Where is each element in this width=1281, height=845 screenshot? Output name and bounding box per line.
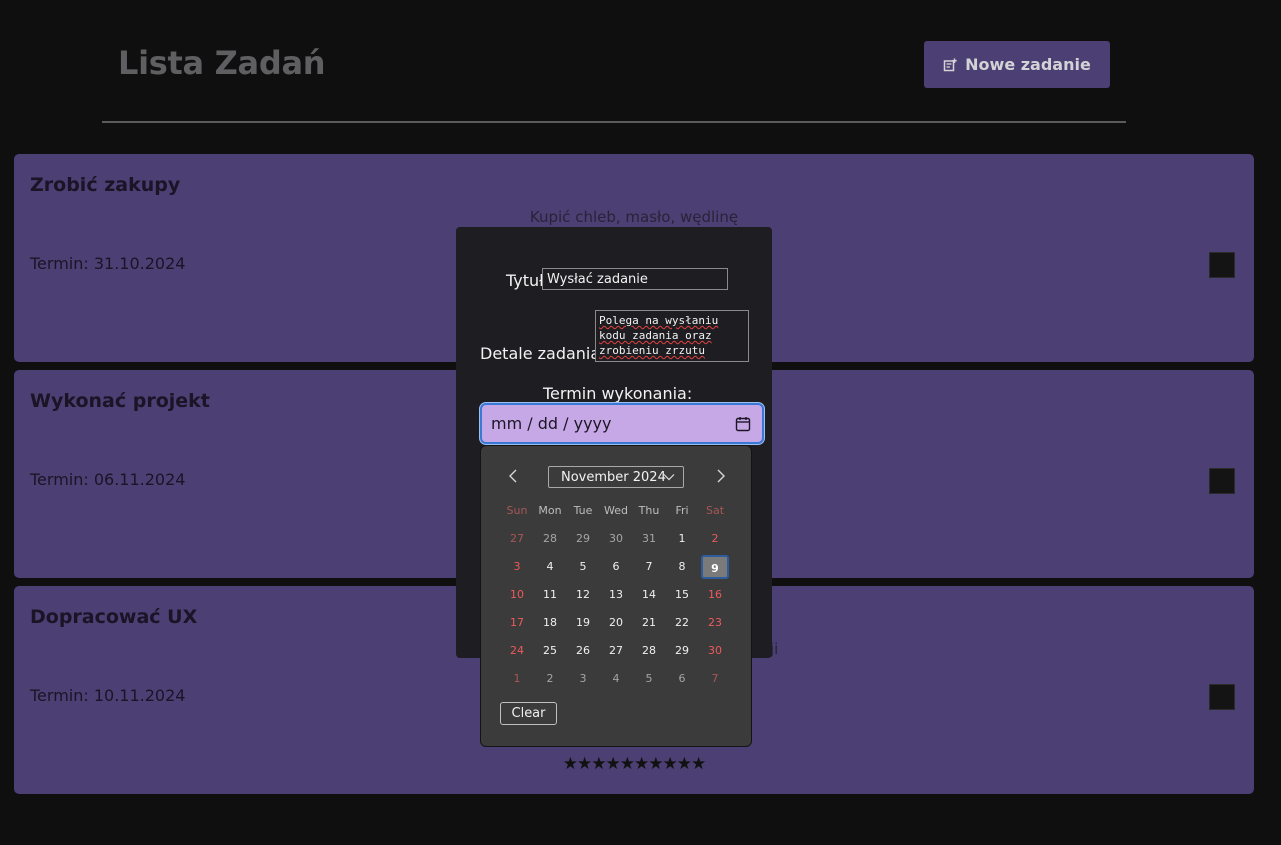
title-input[interactable]: Wysłać zadanie: [542, 268, 728, 290]
title-label: Tytuł: [506, 271, 544, 290]
calendar-day[interactable]: 22: [666, 609, 698, 637]
weekday-header: Thu: [638, 504, 660, 517]
chevron-down-icon: [663, 474, 675, 481]
chevron-right-icon[interactable]: [712, 468, 728, 484]
calendar-day[interactable]: 5: [567, 553, 599, 581]
clear-button[interactable]: Clear: [500, 702, 557, 725]
calendar-day[interactable]: 2: [534, 665, 566, 693]
task-due-date: Termin: 10.11.2024: [30, 686, 186, 705]
calendar-day[interactable]: 16: [699, 581, 731, 609]
calendar-day[interactable]: 24: [501, 637, 533, 665]
weekday-header: Sun: [506, 504, 528, 517]
calendar-day[interactable]: 19: [567, 609, 599, 637]
calendar-day[interactable]: 7: [633, 553, 665, 581]
task-title: Dopracować UX: [30, 606, 198, 628]
date-placeholder: mm / dd / yyyy: [491, 414, 612, 433]
details-textarea[interactable]: Polega na wysłaniu kodu zadania oraz zro…: [595, 310, 749, 362]
calendar-day[interactable]: 28: [534, 525, 566, 553]
date-picker-popup: November 2024 Sun Mon Tue Wed Thu Fri Sat 27 28 2…: [480, 445, 752, 747]
calendar-day[interactable]: 9: [699, 553, 731, 581]
month-year-select[interactable]: November 2024: [548, 466, 684, 488]
task-description: ji: [770, 640, 779, 658]
calendar-day[interactable]: 30: [699, 637, 731, 665]
month-year-label: November 2024: [561, 469, 666, 485]
task-due-date: Termin: 06.11.2024: [30, 470, 186, 489]
calendar-day[interactable]: 20: [600, 609, 632, 637]
calendar-day[interactable]: 3: [501, 553, 533, 581]
task-title: Wykonać projekt: [30, 390, 210, 412]
new-note-icon: [943, 58, 957, 71]
calendar-day[interactable]: 21: [633, 609, 665, 637]
calendar-icon[interactable]: [735, 416, 751, 432]
calendar-day[interactable]: 31: [633, 525, 665, 553]
calendar-day[interactable]: 13: [600, 581, 632, 609]
calendar-day[interactable]: 28: [633, 637, 665, 665]
calendar-day[interactable]: 23: [699, 609, 731, 637]
task-priority-stars[interactable]: ★★★★★★★★★★: [14, 754, 1254, 774]
calendar-day[interactable]: 30: [600, 525, 632, 553]
calendar-day[interactable]: 15: [666, 581, 698, 609]
calendar-day[interactable]: 14: [633, 581, 665, 609]
calendar-day[interactable]: 4: [534, 553, 566, 581]
calendar-day[interactable]: 8: [666, 553, 698, 581]
calendar-day[interactable]: 25: [534, 637, 566, 665]
due-date-label: Termin wykonania:: [543, 384, 693, 403]
details-label: Detale zadania:: [480, 344, 606, 363]
calendar-day[interactable]: 29: [567, 525, 599, 553]
weekday-header: Sat: [705, 504, 725, 517]
calendar-day[interactable]: 7: [699, 665, 731, 693]
calendar-day[interactable]: 4: [600, 665, 632, 693]
weekday-header: Fri: [675, 504, 689, 517]
due-date-input[interactable]: mm / dd / yyyy: [480, 403, 764, 444]
calendar-day[interactable]: 11: [534, 581, 566, 609]
task-description: Kupić chleb, masło, wędlinę: [529, 208, 739, 226]
details-line: Polega na wysłaniu: [599, 314, 719, 327]
details-line: zrobieniu zrzutu: [599, 344, 705, 357]
calendar-day[interactable]: 29: [666, 637, 698, 665]
calendar-day[interactable]: 27: [501, 525, 533, 553]
calendar-day[interactable]: 1: [666, 525, 698, 553]
task-done-checkbox[interactable]: [1209, 684, 1235, 710]
calendar-day[interactable]: 5: [633, 665, 665, 693]
chevron-left-icon[interactable]: [506, 468, 522, 484]
weekday-header: Wed: [604, 504, 628, 517]
calendar-day[interactable]: 10: [501, 581, 533, 609]
new-task-button[interactable]: Nowe zadanie: [924, 41, 1110, 88]
calendar-day[interactable]: 6: [600, 553, 632, 581]
task-done-checkbox[interactable]: [1209, 468, 1235, 494]
new-task-button-label: Nowe zadanie: [965, 55, 1091, 74]
calendar-day[interactable]: 3: [567, 665, 599, 693]
calendar-day[interactable]: 18: [534, 609, 566, 637]
task-due-date: Termin: 31.10.2024: [30, 254, 186, 273]
weekday-header: Mon: [538, 504, 562, 517]
page-title: Lista Zadań: [118, 44, 326, 82]
task-done-checkbox[interactable]: [1209, 252, 1235, 278]
selected-day: 9: [701, 555, 729, 579]
header-bar: Lista Zadań Nowe zadanie: [102, 0, 1126, 123]
details-line: kodu zadania oraz: [599, 329, 712, 342]
calendar-day[interactable]: 12: [567, 581, 599, 609]
calendar-day[interactable]: 26: [567, 637, 599, 665]
weekday-header: Tue: [573, 504, 593, 517]
task-title: Zrobić zakupy: [30, 174, 181, 196]
calendar-day[interactable]: 1: [501, 665, 533, 693]
calendar-day[interactable]: 27: [600, 637, 632, 665]
calendar-day[interactable]: 2: [699, 525, 731, 553]
calendar-day[interactable]: 17: [501, 609, 533, 637]
calendar-day[interactable]: 6: [666, 665, 698, 693]
